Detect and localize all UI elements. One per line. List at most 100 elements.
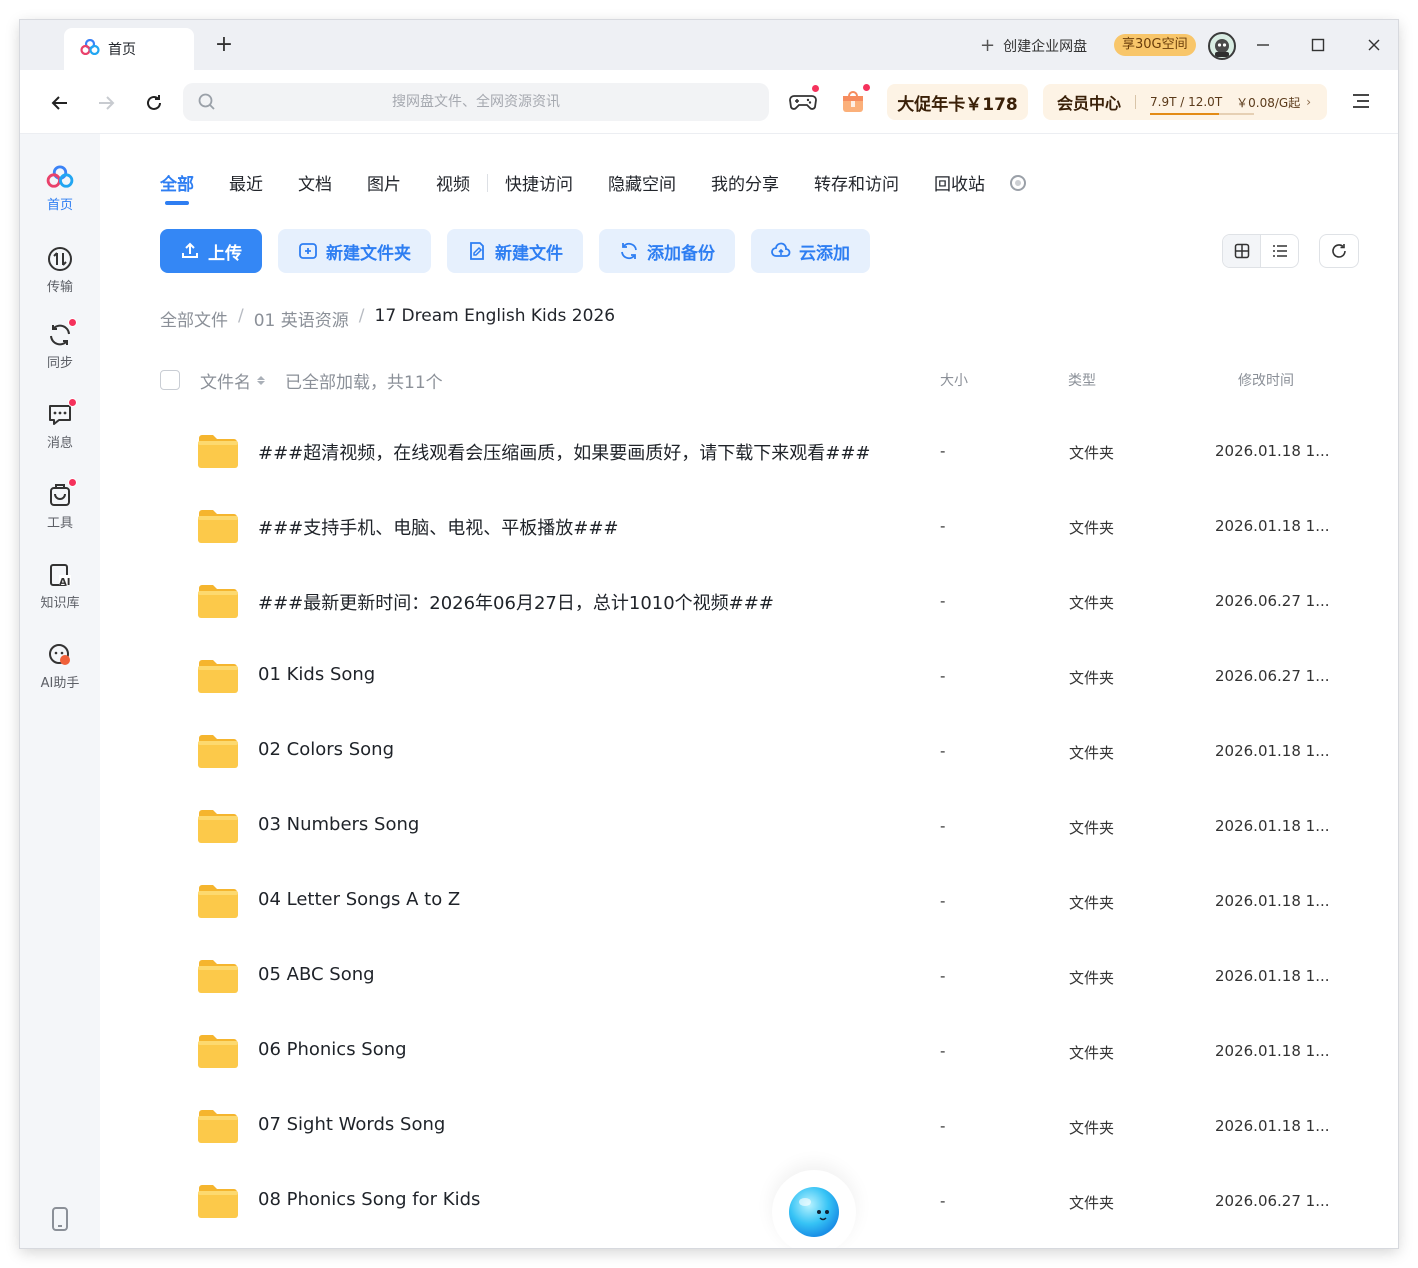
table-row[interactable]: 04 Letter Songs A to Z - 文件夹 2026.01.18 1..… (160, 882, 1340, 957)
gift-bag-icon[interactable] (838, 83, 871, 116)
file-type: 文件夹 (1069, 669, 1115, 687)
upload-button[interactable]: 上传 (160, 229, 262, 273)
search-input[interactable] (183, 83, 769, 121)
tab-saved-and-visits[interactable]: 转存和访问 (814, 170, 899, 195)
breadcrumb-separator: / (238, 306, 244, 326)
table-row[interactable]: ###超清视频，在线观看会压缩画质，如果要画质好，请下载下来观看### - 文件夹 2… (160, 432, 1340, 507)
refresh-icon[interactable] (141, 90, 167, 116)
file-size: - (940, 1042, 946, 1060)
vip-center-button[interactable]: 会员中心 7.9T / 12.0T ￥0.08/G起 › (1043, 84, 1327, 120)
table-row[interactable]: 06 Phonics Song - 文件夹 2026.01.18 1... (160, 1032, 1340, 1107)
table-row[interactable]: 08 Phonics Song for Kids - 文件夹 2026.06.27 1… (160, 1182, 1340, 1248)
table-header: 文件名 已全部加载，共11个 大小 类型 修改时间 (160, 366, 1340, 396)
cloud-add-button[interactable]: 云添加 (751, 229, 870, 273)
select-all-checkbox[interactable] (160, 370, 180, 390)
table-row[interactable]: 02 Colors Song - 文件夹 2026.01.18 1... (160, 732, 1340, 807)
floating-assistant-button[interactable] (772, 1170, 856, 1248)
list-view-icon[interactable] (1261, 235, 1298, 267)
backup-sync-icon (621, 242, 637, 260)
column-size[interactable]: 大小 (940, 370, 968, 390)
nav-bar: 大促年卡￥178 会员中心 7.9T / 12.0T ￥0.08/G起 › (20, 70, 1398, 134)
table-row[interactable]: 01 Kids Song - 文件夹 2026.06.27 1... (160, 657, 1340, 732)
sidebar-item-tools[interactable]: 工具 (20, 478, 100, 544)
refresh-list-icon[interactable] (1319, 234, 1359, 268)
file-name[interactable]: ###支持手机、电脑、电视、平板播放### (258, 514, 619, 540)
table-row[interactable]: ###支持手机、电脑、电视、平板播放### - 文件夹 2026.01.18 1... (160, 507, 1340, 582)
tab-home[interactable]: 首页 (64, 28, 194, 70)
sidebar-item-messages[interactable]: 消息 (20, 398, 100, 464)
avatar[interactable] (1208, 32, 1236, 60)
breadcrumb-root[interactable]: 全部文件 (160, 306, 228, 331)
file-size: - (940, 592, 946, 610)
table-row[interactable]: 03 Numbers Song - 文件夹 2026.01.18 1... (160, 807, 1340, 882)
forward-arrow-icon[interactable] (93, 90, 119, 116)
file-type: 文件夹 (1069, 744, 1115, 762)
game-controller-icon[interactable] (788, 84, 820, 116)
tab-documents[interactable]: 文档 (298, 170, 332, 195)
upload-icon (182, 242, 198, 258)
file-name[interactable]: ###超清视频，在线观看会压缩画质，如果要画质好，请下载下来观看### (258, 439, 871, 465)
tab-images[interactable]: 图片 (367, 170, 401, 195)
file-name[interactable]: 08 Phonics Song for Kids (258, 1189, 480, 1210)
annual-card-promo-button[interactable]: 大促年卡￥178 (887, 84, 1028, 120)
space-badge[interactable]: 享30G空间 (1114, 34, 1196, 56)
column-modified-time[interactable]: 修改时间 (1238, 370, 1294, 390)
divider (487, 173, 488, 192)
action-toolbar: 上传 新建文件夹 新建文件 添加备份 云添加 (160, 229, 870, 273)
sort-icon (257, 376, 265, 385)
table-row[interactable]: ###最新更新时间：2026年06月27日，总计1010个视频### - 文件夹 20… (160, 582, 1340, 657)
create-enterprise-button[interactable]: + 创建企业网盘 (980, 35, 1087, 56)
search-box[interactable] (183, 83, 769, 121)
file-modified-time: 2026.01.18 1... (1215, 817, 1330, 835)
back-arrow-icon[interactable] (47, 90, 73, 116)
sidebar-item-knowledge[interactable]: AI 知识库 (20, 560, 100, 624)
tab-settings-icon[interactable] (1010, 174, 1026, 191)
breadcrumb-level1[interactable]: 01 英语资源 (254, 306, 349, 331)
chevron-right-icon: › (1306, 95, 1312, 109)
column-filename[interactable]: 文件名 (200, 368, 265, 393)
phone-icon[interactable] (50, 1206, 70, 1232)
new-tab-plus-icon[interactable]: + (212, 32, 236, 57)
plus-icon: + (980, 35, 996, 56)
file-size: - (940, 517, 946, 535)
new-file-button[interactable]: 新建文件 (447, 229, 583, 273)
minimize-icon[interactable] (1250, 32, 1276, 58)
sidebar-item-label: 首页 (46, 198, 73, 213)
file-name[interactable]: 02 Colors Song (258, 739, 394, 760)
tab-hidden-space[interactable]: 隐藏空间 (608, 170, 676, 195)
file-name[interactable]: 06 Phonics Song (258, 1039, 407, 1060)
file-name[interactable]: 04 Letter Songs A to Z (258, 889, 460, 910)
add-backup-button[interactable]: 添加备份 (599, 229, 735, 273)
column-type[interactable]: 类型 (1068, 370, 1096, 390)
maximize-icon[interactable] (1305, 32, 1331, 58)
new-folder-button[interactable]: 新建文件夹 (278, 229, 431, 273)
sidebar-item-label: 工具 (46, 516, 73, 531)
sidebar-item-home[interactable]: 首页 (20, 162, 100, 226)
close-icon[interactable] (1361, 32, 1387, 58)
file-name[interactable]: 03 Numbers Song (258, 814, 419, 835)
file-size: - (940, 667, 946, 685)
tab-recent[interactable]: 最近 (229, 170, 263, 195)
file-name[interactable]: ###最新更新时间：2026年06月27日，总计1010个视频### (258, 589, 774, 615)
file-name[interactable]: 05 ABC Song (258, 964, 375, 985)
title-bar: 首页 + + 创建企业网盘 享30G空间 (20, 20, 1398, 70)
sidebar-item-label: 知识库 (40, 596, 80, 611)
transfer-icon (45, 244, 75, 274)
table-row[interactable]: 07 Sight Words Song - 文件夹 2026.01.18 1... (160, 1107, 1340, 1182)
file-name[interactable]: 01 Kids Song (258, 664, 375, 685)
file-name[interactable]: 07 Sight Words Song (258, 1114, 445, 1135)
menu-icon[interactable] (1350, 90, 1374, 114)
sidebar-item-ai-assistant[interactable]: AI助手 (20, 640, 100, 704)
tab-recycle-bin[interactable]: 回收站 (934, 170, 985, 195)
tab-my-shares[interactable]: 我的分享 (711, 170, 779, 195)
sidebar-item-transfer[interactable]: 传输 (20, 244, 100, 308)
tab-quick-access[interactable]: 快捷访问 (505, 170, 573, 195)
tab-videos[interactable]: 视频 (436, 170, 470, 195)
tab-all[interactable]: 全部 (160, 170, 194, 205)
notification-dot (68, 478, 77, 487)
table-row[interactable]: 05 ABC Song - 文件夹 2026.01.18 1... (160, 957, 1340, 1032)
sidebar-item-sync[interactable]: 同步 (20, 318, 100, 384)
sync-icon (45, 318, 77, 350)
sidebar-item-label: 同步 (46, 356, 73, 371)
grid-view-icon[interactable] (1223, 235, 1261, 267)
